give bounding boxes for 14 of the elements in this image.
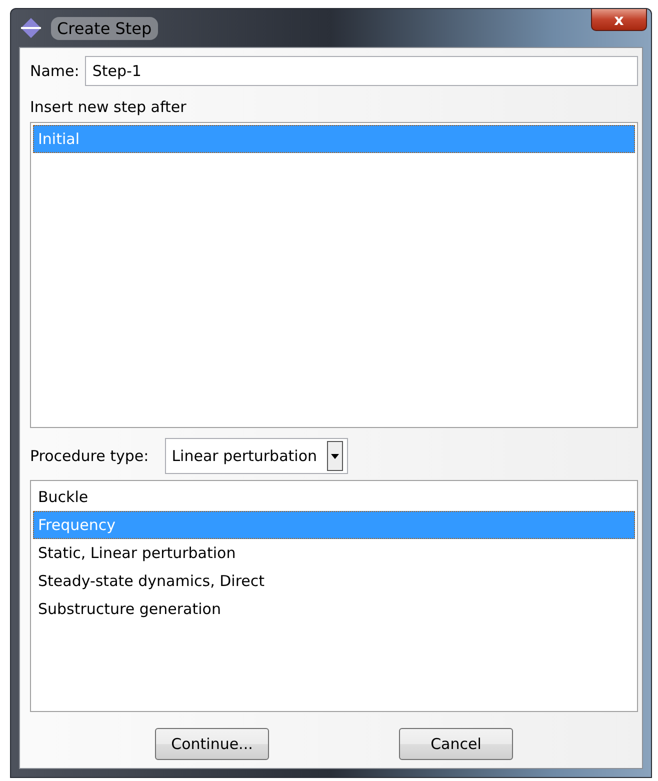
cancel-button[interactable]: Cancel <box>399 728 513 760</box>
name-label: Name: <box>30 62 80 80</box>
procedure-list-item[interactable]: Buckle <box>33 483 635 511</box>
app-icon <box>19 17 43 39</box>
procedure-list-item[interactable]: Steady-state dynamics, Direct <box>33 567 635 595</box>
procedure-list-item[interactable]: Substructure generation <box>33 595 635 623</box>
close-button[interactable]: x <box>591 9 647 31</box>
procedure-list-item[interactable]: Static, Linear perturbation <box>33 539 635 567</box>
window-title: Create Step <box>51 16 158 40</box>
procedure-type-dropdown[interactable]: Linear perturbation <box>164 438 348 474</box>
procedure-type-label: Procedure type: <box>30 447 149 465</box>
insert-after-label: Insert new step after <box>30 97 188 116</box>
continue-button[interactable]: Continue... <box>155 728 269 760</box>
name-field[interactable]: Step-1 <box>85 56 638 86</box>
